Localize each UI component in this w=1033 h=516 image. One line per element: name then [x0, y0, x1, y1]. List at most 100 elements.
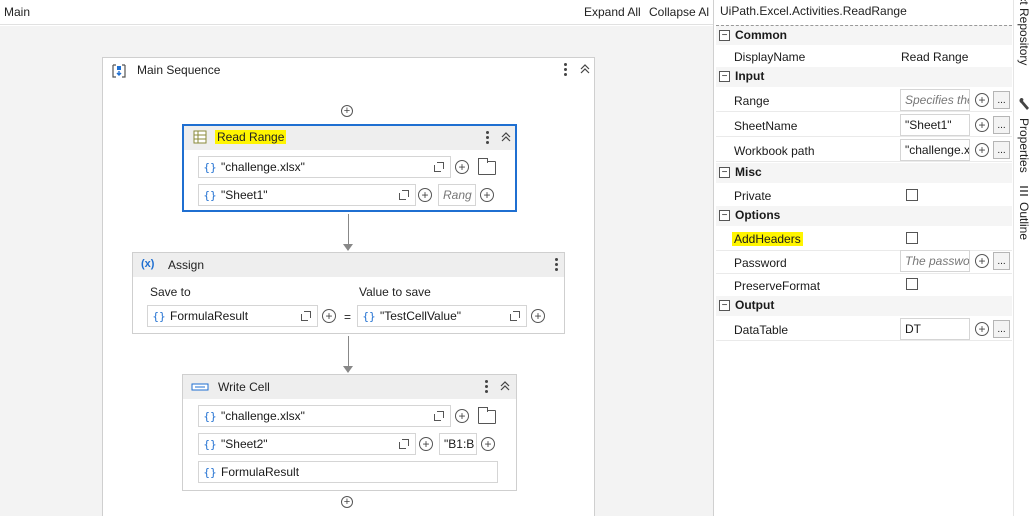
object-repository-tab[interactable]: Object Repository: [1017, 0, 1031, 88]
write-cell-activity[interactable]: Write Cell {} "challenge.xlsx" + {} "She…: [182, 374, 517, 491]
assign-save-to-field[interactable]: {} FormulaResult: [147, 305, 318, 327]
value-to-save-label: Value to save: [359, 285, 431, 299]
read-range-activity[interactable]: Read Range {} "challenge.xlsx" + {} "She…: [182, 124, 517, 212]
assign-activity[interactable]: (x) Assign Save to Value to save {} Form…: [132, 252, 565, 334]
add-activity-plus-icon[interactable]: +: [341, 496, 353, 508]
sheetname-plus-icon[interactable]: +: [975, 118, 989, 132]
designer-canvas[interactable]: Main Sequence + Read Range {} "challenge…: [0, 26, 713, 516]
outline-tab[interactable]: Outline: [1017, 202, 1031, 243]
range-input[interactable]: Specifies the: [900, 89, 970, 111]
category-common[interactable]: − Common: [716, 25, 1012, 45]
write-cell-title: Write Cell: [218, 380, 270, 394]
range-ellipsis-button[interactable]: ...: [993, 91, 1010, 109]
read-range-range-plus-icon[interactable]: +: [480, 188, 494, 202]
collapse-minus-icon[interactable]: −: [719, 71, 730, 82]
collapse-minus-icon[interactable]: −: [719, 210, 730, 221]
outline-icon: [1018, 185, 1030, 197]
connector-arrow-icon: [343, 244, 353, 251]
workbook-path-plus-icon[interactable]: +: [975, 143, 989, 157]
write-cell-range-field[interactable]: "B1:B: [439, 433, 477, 455]
expression-icon: {}: [152, 309, 166, 323]
sequence-icon: [111, 63, 127, 79]
property-value[interactable]: Read Range: [901, 50, 968, 64]
properties-tab[interactable]: Properties: [1017, 118, 1031, 176]
write-cell-workbook-plus-icon[interactable]: +: [455, 409, 469, 423]
write-cell-sheet-field[interactable]: {} "Sheet2": [198, 433, 416, 455]
property-displayname[interactable]: DisplayName Read Range: [716, 45, 1012, 69]
assign-menu-icon[interactable]: [551, 256, 561, 272]
browse-folder-icon[interactable]: [478, 407, 496, 424]
expand-editor-icon[interactable]: [432, 160, 446, 174]
expand-editor-icon[interactable]: [397, 437, 411, 451]
workbook-path-input[interactable]: "challenge.x: [900, 139, 970, 161]
read-range-workbook-plus-icon[interactable]: +: [455, 160, 469, 174]
addheaders-checkbox[interactable]: [906, 232, 918, 244]
collapse-minus-icon[interactable]: −: [719, 30, 730, 41]
read-range-menu-icon[interactable]: [482, 129, 492, 145]
password-plus-icon[interactable]: +: [975, 254, 989, 268]
assign-value-plus-icon[interactable]: +: [531, 309, 545, 323]
expression-icon: {}: [362, 309, 376, 323]
read-range-range-field[interactable]: Rang: [438, 184, 476, 206]
property-range[interactable]: Range Specifies the + ...: [716, 88, 1012, 112]
category-options[interactable]: − Options: [716, 206, 1012, 226]
category-input[interactable]: − Input: [716, 67, 1012, 87]
expand-editor-icon[interactable]: [432, 409, 446, 423]
assign-save-to-plus-icon[interactable]: +: [322, 309, 336, 323]
write-cell-workbook-field[interactable]: {} "challenge.xlsx": [198, 405, 451, 427]
category-common-label: Common: [735, 28, 787, 42]
write-cell-collapse-icon[interactable]: [498, 379, 512, 393]
main-sequence-collapse-icon[interactable]: [578, 62, 592, 76]
property-sheetname[interactable]: SheetName "Sheet1" + ...: [716, 113, 1012, 137]
write-cell-value-value: FormulaResult: [221, 465, 300, 479]
property-workbook-path[interactable]: Workbook path "challenge.x + ...: [716, 138, 1012, 162]
category-misc[interactable]: − Misc: [716, 163, 1012, 183]
workbook-path-ellipsis-button[interactable]: ...: [993, 141, 1010, 159]
save-to-label: Save to: [150, 285, 191, 299]
browse-folder-icon[interactable]: [478, 158, 496, 175]
property-name: DataTable: [734, 323, 789, 337]
assign-value-value: "TestCellValue": [380, 309, 461, 323]
write-cell-value-field[interactable]: {} FormulaResult: [198, 461, 498, 483]
read-range-sheet-plus-icon[interactable]: +: [418, 188, 432, 202]
property-preserveformat[interactable]: PreserveFormat: [716, 274, 1012, 298]
category-output[interactable]: − Output: [716, 296, 1012, 316]
datatable-plus-icon[interactable]: +: [975, 322, 989, 336]
main-sequence-menu-icon[interactable]: [560, 61, 570, 77]
write-cell-sheet-plus-icon[interactable]: +: [419, 437, 433, 451]
property-password[interactable]: Password The passwo + ...: [716, 250, 1012, 274]
read-range-sheet-field[interactable]: {} "Sheet1": [198, 184, 416, 206]
read-range-workbook-field[interactable]: {} "challenge.xlsx": [198, 156, 451, 178]
preserveformat-checkbox[interactable]: [906, 278, 918, 290]
assign-title: Assign: [168, 258, 205, 272]
password-ellipsis-button[interactable]: ...: [993, 252, 1010, 270]
connector-line: [348, 214, 349, 246]
main-sequence-title: Main Sequence: [137, 63, 221, 77]
datatable-ellipsis-button[interactable]: ...: [993, 320, 1010, 338]
collapse-minus-icon[interactable]: −: [719, 167, 730, 178]
wrench-icon: [1018, 97, 1030, 111]
property-private[interactable]: Private: [716, 184, 1012, 208]
sheetname-ellipsis-button[interactable]: ...: [993, 116, 1010, 134]
write-cell-range-plus-icon[interactable]: +: [481, 437, 495, 451]
assign-value-field[interactable]: {} "TestCellValue": [357, 305, 527, 327]
datatable-input[interactable]: DT: [900, 318, 970, 340]
password-input[interactable]: The passwo: [900, 250, 970, 272]
collapse-minus-icon[interactable]: −: [719, 300, 730, 311]
add-activity-plus-icon[interactable]: +: [341, 105, 353, 117]
assign-save-to-value: FormulaResult: [170, 309, 249, 323]
range-plus-icon[interactable]: +: [975, 93, 989, 107]
write-cell-icon: [191, 381, 209, 391]
expand-editor-icon[interactable]: [299, 309, 313, 323]
private-checkbox[interactable]: [906, 189, 918, 201]
expand-all-button[interactable]: Expand All: [584, 5, 641, 19]
property-datatable[interactable]: DataTable DT + ...: [716, 317, 1012, 341]
main-sequence-container[interactable]: Main Sequence + Read Range {} "challenge…: [102, 57, 595, 516]
sheetname-input[interactable]: "Sheet1": [900, 114, 970, 136]
expand-editor-icon[interactable]: [397, 188, 411, 202]
write-cell-menu-icon[interactable]: [481, 378, 491, 394]
read-range-collapse-icon[interactable]: [499, 130, 513, 144]
expand-editor-icon[interactable]: [508, 309, 522, 323]
collapse-all-button[interactable]: Collapse Al: [649, 5, 709, 19]
property-addheaders[interactable]: AddHeaders: [716, 227, 1012, 251]
